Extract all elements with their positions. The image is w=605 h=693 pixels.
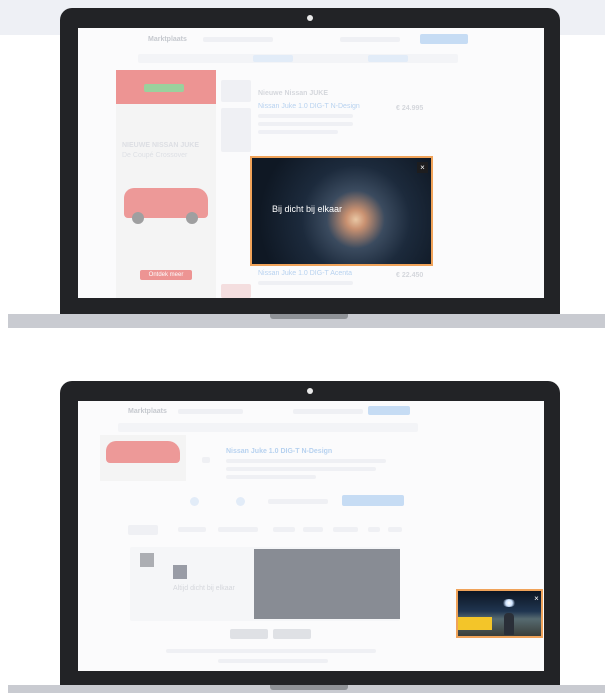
car-image [106,441,180,463]
tab-finance[interactable] [333,527,358,532]
ad-headline: NIEUWE NISSAN JUKE [122,142,200,149]
footer-links [166,649,376,653]
search-location-select[interactable] [368,55,408,62]
laptop-screen-lower: Marktplaats Nissan Juke 1.0 DIG-T N-Desi… [78,401,544,671]
listing-heading: Nieuwe Nissan JUKE [258,90,329,97]
listing-desc-line [226,459,386,463]
webcam-icon [307,15,313,21]
mini-video-light [502,599,516,607]
nissan-banner-ad[interactable]: NIEUWE NISSAN JUKE De Coupé Crossover On… [116,70,216,298]
mini-video-person [504,613,514,635]
app-store-badge[interactable] [230,629,268,639]
tab-description[interactable] [128,525,158,535]
ad-subline: De Coupé Crossover [122,152,188,159]
pagination-prev-icon[interactable] [190,497,199,506]
tab-location[interactable] [303,527,323,532]
search-bar[interactable] [138,54,458,63]
tab-seller[interactable] [273,527,295,532]
tab-specifications[interactable] [178,527,206,532]
car-wheel-front [132,212,144,224]
contact-button[interactable] [342,495,404,506]
place-ad-button[interactable] [368,406,410,415]
google-play-badge[interactable] [273,629,311,639]
site-logo[interactable]: Marktplaats [148,36,187,43]
header-account-placeholder [293,409,363,414]
video-popup-player[interactable]: Bij dicht bij elkaar × [250,156,433,266]
inline-video-frame [254,549,400,619]
nissan-logo-icon [140,553,154,567]
listing-desc-line [258,281,353,285]
laptop-notch-lower [270,685,348,690]
header-nav-placeholder [203,37,273,42]
ad-badge [144,84,184,92]
listing-price-2: € 22.450 [396,272,424,279]
search-bar[interactable] [118,423,418,432]
listing-heading: Nissan Juke 1.0 DIG-T N-Design [226,448,333,455]
close-icon[interactable]: × [417,162,428,173]
search-category-select[interactable] [253,55,293,62]
header-nav-placeholder [178,409,243,414]
listing-title-1[interactable]: Nissan Juke 1.0 DIG-T N-Design [258,103,360,110]
laptop-notch-upper [270,314,348,319]
tab-options[interactable] [218,527,258,532]
listing-desc-line [258,122,353,126]
contact-option[interactable] [268,499,328,504]
video-caption: Bij dicht bij elkaar [272,204,343,214]
listing-thumb-2[interactable] [221,108,251,152]
car-wheel-rear [186,212,198,224]
laptop-lower: Marktplaats Nissan Juke 1.0 DIG-T N-Desi… [0,370,605,693]
listing-title-2[interactable]: Nissan Juke 1.0 DIG-T Acenta [258,270,352,277]
listing-thumb-3[interactable] [221,284,251,298]
laptop-screen-upper: Marktplaats NIEUWE NISSAN JUKE De Coupé … [78,28,544,298]
webcam-icon [307,388,313,394]
listing-price-1: € 24.995 [396,105,424,112]
ad-cta-button[interactable]: Ontdek meer [140,270,192,280]
listing-desc-line [258,114,353,118]
tab-reviews[interactable] [368,527,380,532]
place-ad-button[interactable] [420,34,468,44]
listing-desc-line [226,467,376,471]
listing-desc-line [226,475,316,479]
ad-card-text: Altijd dicht bij elkaar [173,585,235,592]
tab-more[interactable] [388,527,402,532]
pagination-next-icon[interactable] [236,497,245,506]
listing-thumb-1[interactable] [221,80,251,102]
listing-photo[interactable] [100,435,186,481]
comparison-stage: Marktplaats NIEUWE NISSAN JUKE De Coupé … [0,0,605,693]
laptop-upper: Marktplaats NIEUWE NISSAN JUKE De Coupé … [0,0,605,330]
footer-copyright [218,659,328,663]
close-icon[interactable]: × [531,593,541,604]
play-icon[interactable] [173,565,187,579]
listing-desc-line [258,130,338,134]
listing-arrow-icon[interactable] [202,457,210,463]
mini-video-train [458,617,492,630]
mini-video-player[interactable]: × [456,589,543,638]
header-account-placeholder [340,37,400,42]
site-logo[interactable]: Marktplaats [128,408,167,415]
